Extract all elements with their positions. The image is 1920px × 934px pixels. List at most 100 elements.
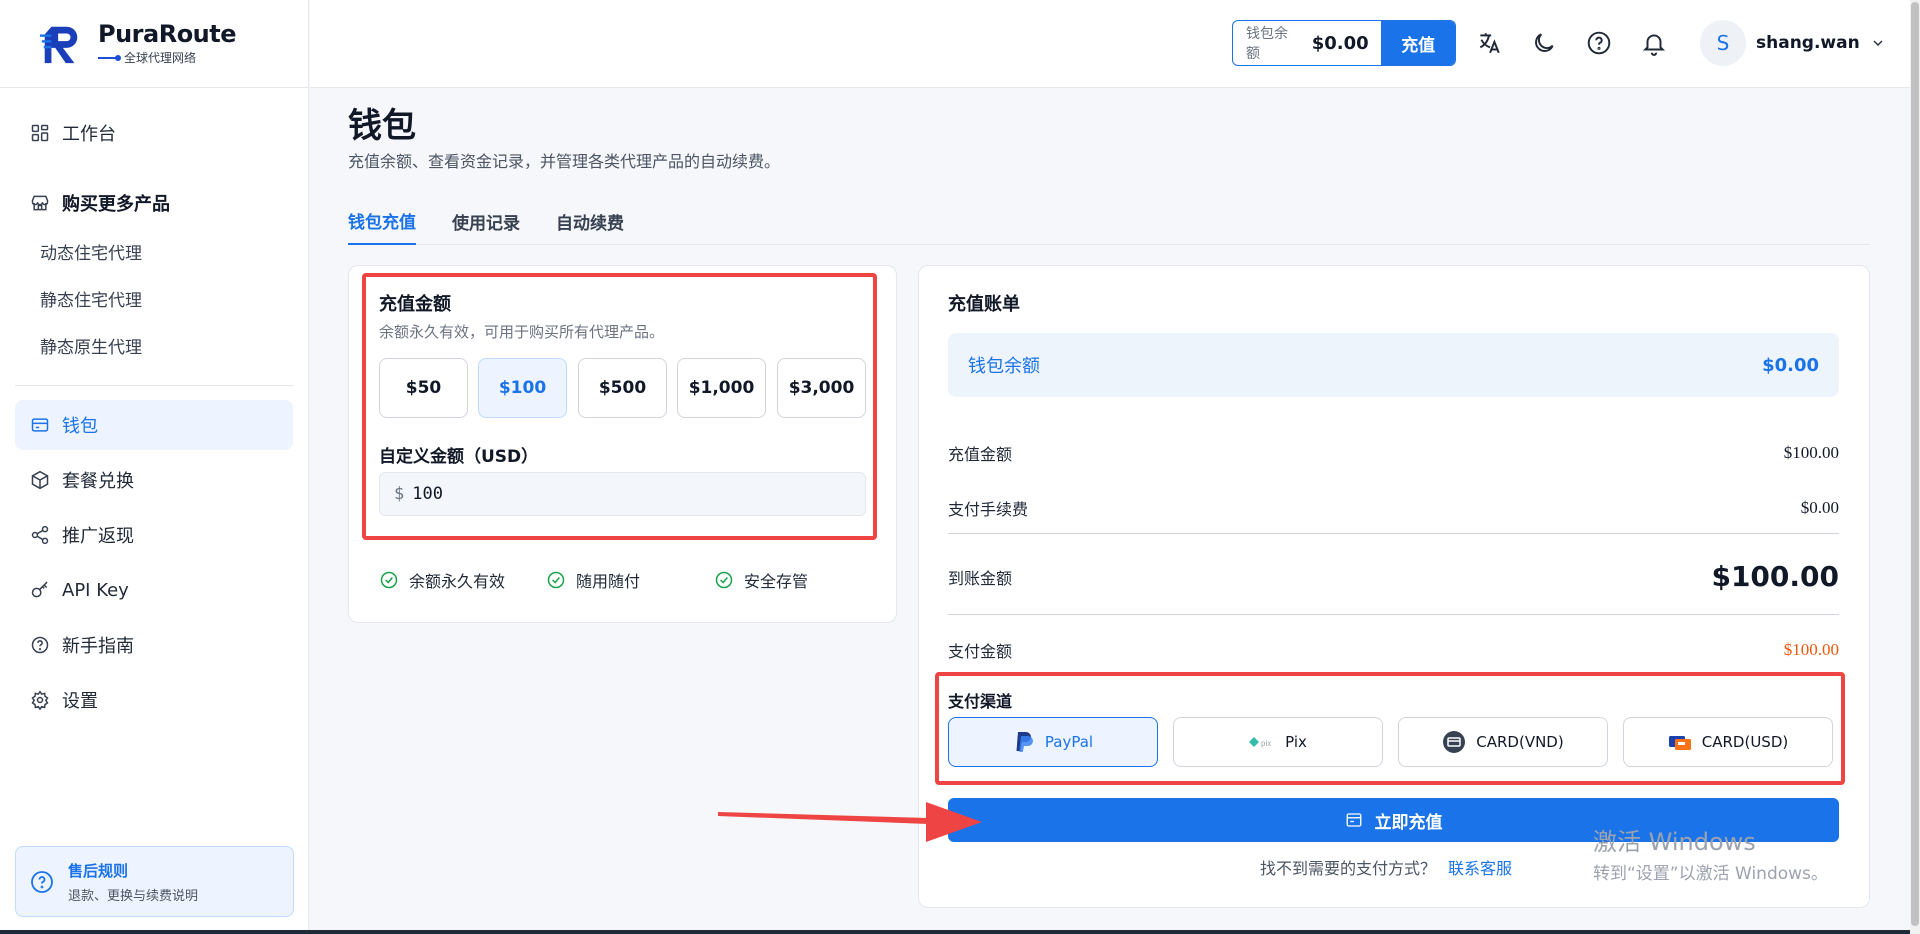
bill-row-label: 支付手续费 (948, 500, 1029, 519)
contact-support-link[interactable]: 联系客服 (1448, 855, 1512, 879)
recharge-amount-desc: 余额永久有效，可用于购买所有代理产品。 (379, 323, 665, 341)
credit-card-icon (1668, 736, 1691, 750)
translate-icon[interactable] (1476, 30, 1502, 56)
sidebar-item-dashboard[interactable]: 工作台 (15, 108, 293, 158)
sidebar-group-label: 购买更多产品 (62, 194, 170, 215)
bill-wallet-label: 钱包余额 (968, 356, 1040, 377)
feature-secure-custody: 安全存管 (714, 568, 808, 592)
puraroute-logo (39, 26, 78, 63)
header-balance-value: $0.00 (1311, 32, 1369, 54)
sidebar-item-referral[interactable]: 推广返现 (15, 510, 293, 560)
sidebar-item-label: 钱包 (62, 416, 98, 437)
currency-symbol: $ (394, 484, 405, 504)
moon-icon[interactable] (1531, 30, 1557, 56)
feature-label: 安全存管 (744, 572, 809, 591)
divider (948, 533, 1839, 534)
page-title: 钱包 (348, 106, 416, 146)
brand-tagline: 全球代理网络 (124, 51, 197, 65)
bill-wallet-value: $0.00 (1762, 354, 1819, 376)
amount-option-50[interactable]: $50 (379, 358, 468, 418)
check-circle-icon (715, 571, 733, 589)
sidebar-item-label: 新手指南 (62, 636, 134, 657)
payment-channel-card-usd[interactable]: CARD(USD) (1623, 717, 1833, 767)
amount-option-100[interactable]: $100 (478, 358, 567, 418)
gear-icon (31, 690, 49, 710)
page-description: 充值余额、查看资金记录，并管理各类代理产品的自动续费。 (348, 152, 781, 171)
sidebar-item-settings[interactable]: 设置 (15, 675, 293, 725)
sidebar-item-label: 推广返现 (62, 526, 134, 547)
sidebar-nav: 工作台 购买更多产品 动态住宅代理 静态住宅代理 静态原生代理 钱包 套餐兑换 … (0, 88, 308, 725)
after-sale-title: 售后规则 (68, 861, 129, 880)
sidebar-item-static-residential[interactable]: 静态住宅代理 (15, 275, 293, 322)
sidebar-item-static-native[interactable]: 静态原生代理 (15, 322, 293, 369)
help-circle-icon[interactable] (1586, 30, 1612, 56)
bill-wallet-balance: 钱包余额 $0.00 (948, 333, 1839, 397)
tab-usage-records[interactable]: 使用记录 (452, 198, 520, 245)
feature-permanent-balance: 余额永久有效 (379, 568, 505, 592)
help-circle-icon (31, 636, 49, 654)
watermark-line2: 转到“设置”以激活 Windows。 (1593, 864, 1828, 884)
payment-channel-label: CARD(VND) (1476, 733, 1564, 751)
header-balance-label: 钱包余额 (1246, 26, 1288, 62)
key-icon (31, 581, 48, 598)
brand[interactable]: PuraRoute 全球代理网络 (0, 0, 308, 88)
paypal-icon (1016, 732, 1033, 752)
card-icon (1443, 731, 1466, 753)
bill-row-received: 到账金额 $100.00 (948, 560, 1839, 593)
sidebar-item-dynamic-residential[interactable]: 动态住宅代理 (15, 228, 293, 275)
payment-channel-card-vnd[interactable]: CARD(VND) (1398, 717, 1608, 767)
sidebar-item-package-redeem[interactable]: 套餐兑换 (15, 455, 293, 505)
amount-option-3000[interactable]: $3,000 (777, 358, 866, 418)
payment-channel-title: 支付渠道 (948, 692, 1013, 711)
sidebar: PuraRoute 全球代理网络 工作台 购买更多产品 动态住宅代理 静态住宅代… (0, 0, 309, 934)
amount-option-500[interactable]: $500 (578, 358, 667, 418)
user-menu[interactable]: S shang.wan (1700, 20, 1886, 66)
feature-label: 随用随付 (576, 572, 641, 591)
feature-pay-as-you-go: 随用随付 (546, 568, 640, 592)
payment-channel-pix[interactable]: pix Pix (1173, 717, 1383, 767)
wallet-icon (31, 418, 49, 432)
divider (948, 614, 1839, 615)
recharge-now-label: 立即充值 (1374, 812, 1443, 833)
sidebar-item-guide[interactable]: 新手指南 (15, 620, 293, 670)
tagline-line-icon (98, 54, 121, 61)
taskbar-strip (0, 930, 1910, 934)
sidebar-item-wallet[interactable]: 钱包 (15, 400, 293, 450)
after-sale-rules-card[interactable]: 售后规则 退款、更换与续费说明 (15, 846, 294, 917)
sidebar-divider (15, 385, 293, 386)
wallet-tabs: 钱包充值 使用记录 自动续费 (348, 198, 1870, 245)
svg-text:pix: pix (1261, 739, 1271, 748)
sidebar-group-buy-more[interactable]: 购买更多产品 (15, 178, 293, 228)
bill-row-fee: 支付手续费 $0.00 (948, 496, 1839, 520)
top-header: 钱包余额 $0.00 充值 S shang.wan (310, 0, 1920, 88)
payment-channel-paypal[interactable]: PayPal (948, 717, 1158, 767)
bill-row-value: $0.00 (1800, 498, 1839, 517)
tab-wallet-recharge[interactable]: 钱包充值 (348, 198, 416, 245)
payment-channel-label: PayPal (1044, 733, 1094, 751)
after-sale-desc: 退款、更换与续费说明 (68, 888, 199, 904)
sidebar-item-api-key[interactable]: API Key (15, 565, 293, 615)
bill-row-label: 支付金额 (948, 642, 1013, 661)
amount-option-1000[interactable]: $1,000 (677, 358, 766, 418)
check-circle-icon (380, 571, 398, 589)
arrow-annotation-icon (718, 802, 982, 842)
bill-title: 充值账单 (948, 294, 1020, 315)
sidebar-item-label: 工作台 (62, 124, 116, 145)
bill-row-value: $100.00 (1783, 443, 1839, 462)
tab-auto-renew[interactable]: 自动续费 (556, 198, 624, 245)
bill-received-value: $100.00 (1711, 560, 1839, 593)
payment-channel-label: Pix (1285, 733, 1307, 751)
watermark-line1: 激活 Windows (1593, 828, 1756, 856)
bill-pay-amount-value: $100.00 (1783, 640, 1839, 659)
chevron-down-icon (1873, 40, 1883, 46)
help-circle-icon (31, 870, 53, 893)
scrollbar-thumb[interactable] (1911, 2, 1919, 926)
wallet-icon (1346, 813, 1361, 827)
header-balance: 钱包余额 $0.00 充值 (1232, 20, 1456, 66)
custom-amount-input[interactable]: $ 100 (379, 472, 866, 516)
brand-name: PuraRoute (98, 20, 237, 48)
windows-activation-watermark: 激活 Windows 转到“设置”以激活 Windows。 (1593, 828, 1828, 886)
header-recharge-button[interactable]: 充值 (1381, 21, 1455, 65)
feature-label: 余额永久有效 (409, 572, 506, 591)
bell-icon[interactable] (1641, 30, 1667, 56)
